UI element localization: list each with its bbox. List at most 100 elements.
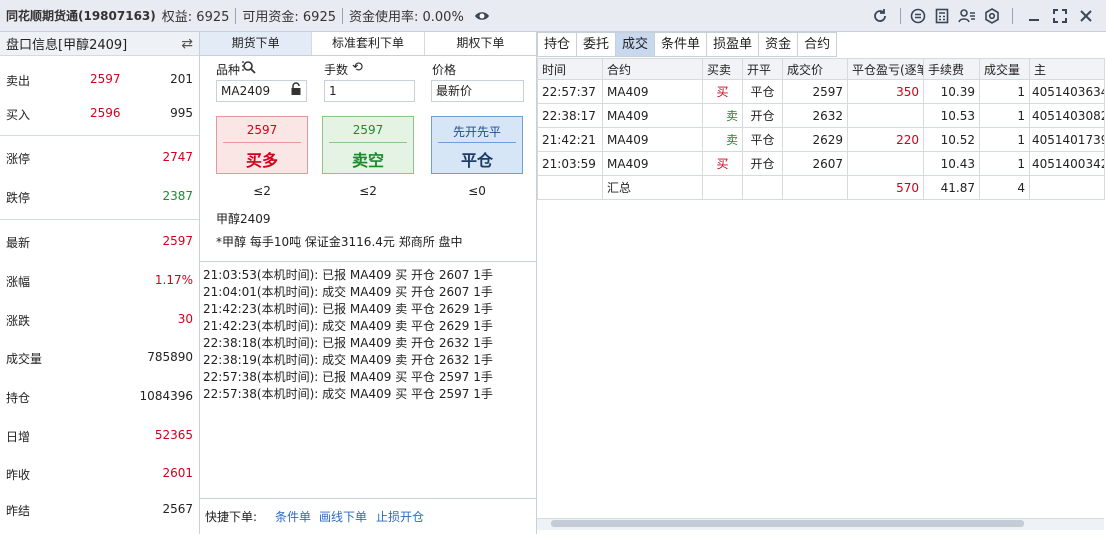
col-open-close[interactable]: 开平 [742, 58, 783, 80]
table-row[interactable]: 21:42:21 MA409 卖 平仓 2629 220 10.52 1 405… [537, 127, 1105, 152]
order-tabs: 期货下单 标准套利下单 期权下单 [200, 32, 536, 56]
trades-tabs: 持仓 委托 成交 条件单 损盈单 资金 合约 [537, 32, 838, 57]
buy-row[interactable]: 买入 2596 995 [0, 104, 199, 124]
qty-label: 手数 [324, 63, 349, 77]
tab-contracts[interactable]: 合约 [798, 32, 838, 57]
cell-id: 40514030821 [1029, 103, 1105, 128]
cell-id: 40514003421 [1029, 151, 1105, 176]
cell-time: 21:03:59 [537, 151, 603, 176]
tab-funds[interactable]: 资金 [759, 32, 799, 57]
maximize-icon[interactable] [1052, 8, 1068, 24]
cell-volume: 1 [979, 127, 1030, 152]
col-price[interactable]: 成交价 [782, 58, 848, 80]
quote-panel-header: 盘口信息[甲醇2409] ⇄ [0, 32, 199, 56]
col-pnl[interactable]: 平仓盈亏(逐笔) [847, 58, 924, 80]
limit-up-row: 涨停 2747 [0, 148, 199, 168]
last-price-value: 2597 [162, 234, 193, 248]
switch-icon[interactable]: ⇄ [181, 36, 193, 52]
table-row[interactable]: 22:38:17 MA409 卖 开仓 2632 10.53 1 4051403… [537, 103, 1105, 128]
log-line: 21:04:01(本机时间): 成交 MA409 买 开仓 2607 1手 [203, 285, 493, 299]
contract-value: MA2409 [221, 84, 271, 98]
contract-label: 品种 [216, 63, 241, 77]
gear-icon[interactable] [984, 8, 1000, 24]
horizontal-scrollbar-thumb[interactable] [551, 520, 1024, 527]
cell-contract: MA409 [602, 127, 703, 152]
close-icon[interactable] [1078, 8, 1094, 24]
cell-fee: 10.52 [923, 127, 980, 152]
close-position-button[interactable]: 先开先平 平仓 [431, 116, 523, 174]
tab-orders[interactable]: 委托 [577, 32, 617, 57]
tab-arbitrage-order[interactable]: 标准套利下单 [312, 32, 425, 55]
price-input[interactable]: 最新价 [431, 80, 524, 102]
minimize-icon[interactable] [1026, 8, 1042, 24]
cell-open-close: 开仓 [742, 151, 783, 176]
col-volume[interactable]: 成交量 [979, 58, 1030, 80]
cell-pnl [847, 151, 924, 176]
divider [438, 142, 516, 143]
prev-close-label: 昨收 [6, 468, 31, 482]
limit-down-value: 2387 [162, 189, 193, 203]
line-order-link[interactable]: 画线下单 [319, 508, 367, 525]
sell-short-price: 2597 [352, 123, 384, 137]
col-side[interactable]: 买卖 [702, 58, 743, 80]
buy-long-button[interactable]: 2597 买多 [216, 116, 308, 174]
divider [223, 142, 301, 143]
col-fee[interactable]: 手续费 [923, 58, 980, 80]
stop-loss-open-link[interactable]: 止损开仓 [376, 508, 424, 525]
tab-positions[interactable]: 持仓 [537, 32, 578, 57]
sell-row[interactable]: 卖出 2597 201 [0, 70, 199, 90]
message-icon[interactable] [910, 8, 926, 24]
quick-order-label: 快捷下单: [205, 510, 258, 524]
sell-short-button[interactable]: 2597 卖空 [322, 116, 414, 174]
refresh-icon[interactable] [872, 8, 888, 24]
order-log: 21:03:53(本机时间): 已报 MA409 买 开仓 2607 1手 21… [200, 261, 536, 499]
eye-icon[interactable] [474, 8, 490, 24]
cell-open-close: 平仓 [742, 127, 783, 152]
col-time[interactable]: 时间 [537, 58, 603, 80]
qty-input[interactable]: 1 [324, 80, 415, 102]
calculator-icon[interactable] [934, 8, 950, 24]
change-pct-row: 涨幅 1.17% [0, 271, 199, 291]
change-pct-value: 1.17% [154, 273, 193, 287]
tab-fills[interactable]: 成交 [616, 32, 656, 57]
sell-label: 卖出 [6, 74, 31, 88]
divider [329, 142, 407, 143]
table-row[interactable]: 21:03:59 MA409 买 开仓 2607 10.43 1 4051400… [537, 151, 1105, 176]
limit-up-label: 涨停 [6, 152, 31, 166]
cell-side: 买 [702, 79, 743, 104]
cell-time: 21:42:21 [537, 127, 603, 152]
conditional-order-link[interactable]: 条件单 [275, 508, 311, 525]
last-price-row: 最新 2597 [0, 232, 199, 252]
equity-stat: 权益: 6925 [161, 10, 230, 25]
cell-pnl: 350 [847, 79, 924, 104]
undo-icon[interactable]: ⟲ [352, 60, 363, 75]
log-line: 22:38:18(本机时间): 已报 MA409 卖 开仓 2632 1手 [203, 336, 493, 350]
log-line: 21:03:53(本机时间): 已报 MA409 买 开仓 2607 1手 [203, 268, 493, 282]
user-settings-icon[interactable] [958, 8, 975, 24]
last-price-label: 最新 [6, 236, 31, 250]
available-funds-stat: 可用资金: 6925 [242, 10, 336, 25]
summary-volume: 4 [979, 175, 1030, 200]
col-main[interactable]: 主 [1029, 58, 1105, 80]
cell-side: 卖 [702, 127, 743, 152]
cell-pnl: 220 [847, 127, 924, 152]
summary-row: 汇总 570 41.87 4 [537, 175, 1105, 200]
table-row[interactable]: 22:57:37 MA409 买 平仓 2597 350 10.39 1 405… [537, 79, 1105, 104]
order-panel: 期货下单 标准套利下单 期权下单 品种 MA2409 手数 ⟲ 1 价格 最新价… [200, 32, 537, 534]
cell-pnl [847, 103, 924, 128]
tab-conditional[interactable]: 条件单 [655, 32, 708, 57]
lock-icon[interactable] [290, 82, 302, 102]
tab-futures-order[interactable]: 期货下单 [200, 32, 313, 55]
cell-contract: MA409 [602, 79, 703, 104]
col-contract[interactable]: 合约 [602, 58, 703, 80]
limit-up-value: 2747 [162, 150, 193, 164]
cell-empty [742, 175, 783, 200]
sell-qty: 201 [170, 72, 193, 86]
log-line: 22:38:19(本机时间): 成交 MA409 卖 开仓 2632 1手 [203, 353, 493, 367]
search-icon[interactable] [242, 60, 258, 77]
contract-input[interactable]: MA2409 [216, 80, 307, 102]
tab-stop-profit-loss[interactable]: 损盈单 [707, 32, 760, 57]
buy-long-label: 买多 [245, 151, 278, 170]
tab-options-order[interactable]: 期权下单 [424, 32, 536, 55]
divider [0, 135, 199, 136]
